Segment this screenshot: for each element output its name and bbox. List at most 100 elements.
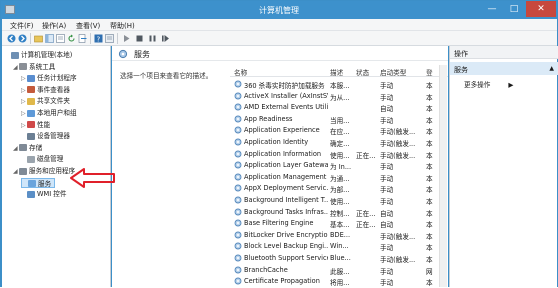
tree-item[interactable]: ◢ 存储 (13, 143, 42, 153)
service-description: 使用... (330, 198, 350, 206)
table-row[interactable]: Application Information 使用... 正在... 手动(触发..… (230, 149, 448, 161)
stop-service-icon[interactable] (135, 34, 144, 43)
table-row[interactable]: Background Tasks Infras... 控制... 正在... 自动 本 (230, 207, 448, 219)
tree-item-label: 磁盘管理 (37, 155, 64, 164)
forward-icon[interactable] (18, 34, 27, 43)
storage-icon (19, 144, 27, 152)
table-row[interactable]: BitLocker Drive Encryptio... BDE... 手动(触发.… (230, 230, 448, 242)
service-name: Application Information (244, 149, 322, 158)
services-scrollbar[interactable] (439, 65, 447, 287)
services-pane-header: 服务 (112, 46, 448, 61)
table-row[interactable]: Block Level Backup Engi... Win... 手动 本 (230, 241, 448, 253)
tree-item[interactable]: 设备管理器 (21, 131, 70, 141)
up-folder-icon[interactable] (34, 34, 43, 43)
tree-item[interactable]: ▷ 性能 (21, 120, 50, 130)
tree-item-label: 服务 (38, 179, 52, 188)
details-view-icon[interactable] (56, 34, 65, 43)
service-gear-icon (234, 173, 242, 181)
tree-item-label: WMI 控件 (37, 190, 67, 199)
minimize-button[interactable]: — (481, 1, 503, 17)
table-row[interactable]: Application Identity 确定... 手动(触发... 本 (230, 137, 448, 149)
service-description: 确定... (330, 140, 350, 148)
tree-item[interactable]: ▷ 共享文件夹 (21, 96, 70, 106)
service-gear-icon (234, 126, 242, 134)
service-logon: 本 (426, 186, 433, 195)
export-list-icon[interactable] (78, 34, 87, 43)
service-gear-icon (234, 138, 242, 146)
tree-item[interactable]: 计算机管理(本地) (5, 50, 72, 60)
column-header-status[interactable]: 状态 (356, 67, 369, 77)
service-gear-icon (234, 266, 242, 274)
tree-item[interactable]: ▷ 任务计划程序 (21, 73, 77, 83)
tree-item[interactable]: WMI 控件 (21, 189, 66, 199)
service-name: AMD External Events Utility (244, 103, 328, 112)
menu-view[interactable]: 查看(V) (76, 21, 100, 31)
service-logon: 本 (426, 93, 433, 102)
table-row[interactable]: Bluetooth Support Service Blue... 手动(触发...… (230, 253, 448, 265)
table-row[interactable]: ActiveX Installer (AxInstSV) 为从... 手动 本 (230, 91, 448, 103)
service-gear-icon (234, 161, 242, 169)
tree-item-label: 计算机管理(本地) (21, 51, 73, 59)
service-startup-type: 手动(触发... (380, 140, 416, 148)
service-gear-icon (234, 196, 242, 204)
service-gear-icon (234, 242, 242, 250)
maximize-button[interactable]: □ (503, 1, 525, 17)
column-header-logon[interactable]: 登 (426, 67, 433, 77)
table-row[interactable]: Application Layer Gatewa... 为 In... 手动 本 (230, 160, 448, 172)
column-header-description[interactable]: 描述 (330, 67, 343, 77)
computer-icon (11, 51, 19, 59)
table-row[interactable]: App Readiness 当用... 手动 本 (230, 114, 448, 126)
tree-item[interactable]: ▷ 本地用户和组 (21, 108, 77, 118)
service-gear-icon (234, 103, 242, 111)
tree-item[interactable]: ▷ 事件查看器 (21, 85, 70, 95)
tree-item-label: 系统工具 (29, 62, 56, 71)
refresh-icon[interactable] (67, 34, 76, 43)
close-button[interactable]: ✕ (526, 1, 556, 17)
tree-item-label: 设备管理器 (37, 132, 70, 141)
tree-item[interactable]: 磁盘管理 (21, 154, 63, 164)
menu-help[interactable]: 帮助(H) (110, 21, 135, 31)
table-row[interactable]: AppX Deployment Servic... 为部... 手动 本 (230, 183, 448, 195)
tree-item[interactable]: 服务 (21, 177, 56, 188)
table-row[interactable]: Application Experience 在应... 手动(触发... 本 (230, 125, 448, 137)
table-row[interactable]: Certificate Propagation 将用... 手动 本 (230, 276, 448, 288)
services-column-headers: 名称 描述 状态 启动类型 登 (230, 65, 448, 77)
service-name: Background Tasks Infras... (244, 207, 328, 216)
service-name: Block Level Backup Engi... (244, 242, 328, 251)
column-header-name[interactable]: 名称 (234, 67, 247, 77)
device-manager-icon (27, 132, 35, 140)
toolbar-separator (90, 33, 91, 44)
start-service-icon[interactable] (122, 34, 131, 43)
menu-file[interactable]: 文件(F) (10, 21, 34, 31)
service-description: 此服... (330, 267, 350, 276)
menu-action[interactable]: 操作(A) (42, 21, 66, 31)
collapse-arrow-icon[interactable]: ▲ (549, 65, 554, 72)
table-row[interactable]: AMD External Events Utility 自动 本 (230, 102, 448, 114)
show-tree-icon[interactable] (45, 34, 54, 43)
tree-item[interactable]: ◢ 系统工具 (13, 62, 55, 72)
actions-header-label: 操作 (454, 50, 468, 58)
table-row[interactable]: Background Intelligent T... 使用... 手动 本 (230, 195, 448, 207)
service-logon: 本 (426, 174, 433, 183)
service-startup-type: 手动 (380, 93, 394, 102)
table-row[interactable]: Application Management 为通... 手动 本 (230, 172, 448, 184)
service-name: App Readiness (244, 114, 293, 123)
pause-service-icon[interactable] (148, 34, 157, 43)
tree-item[interactable]: ◢ 服务和应用程序 (13, 166, 75, 176)
service-description: 在应... (330, 128, 350, 137)
table-row[interactable]: Base Filtering Engine 基本... 正在... 自动 本 (230, 218, 448, 230)
service-gear-icon (234, 115, 242, 123)
help-icon[interactable]: ? (94, 34, 103, 43)
more-actions-link[interactable]: 更多操作 ▶ (464, 79, 513, 89)
back-icon[interactable] (7, 34, 16, 43)
table-row[interactable]: 360 杀毒实时防护加载服务 本服... 手动 本 (230, 79, 448, 91)
actions-section-services[interactable]: 服务 ▲ (450, 62, 558, 75)
restart-service-icon[interactable] (161, 34, 170, 43)
table-row[interactable]: BranchCache 此服... 手动 网 (230, 265, 448, 277)
column-header-startup-type[interactable]: 启动类型 (380, 67, 406, 77)
service-logon: 本 (426, 163, 433, 172)
title-bar: 计算机管理 — □ ✕ (1, 1, 557, 19)
service-logon: 本 (426, 151, 433, 160)
properties-icon[interactable] (105, 34, 114, 43)
tree-item-label: 事件查看器 (37, 85, 70, 94)
